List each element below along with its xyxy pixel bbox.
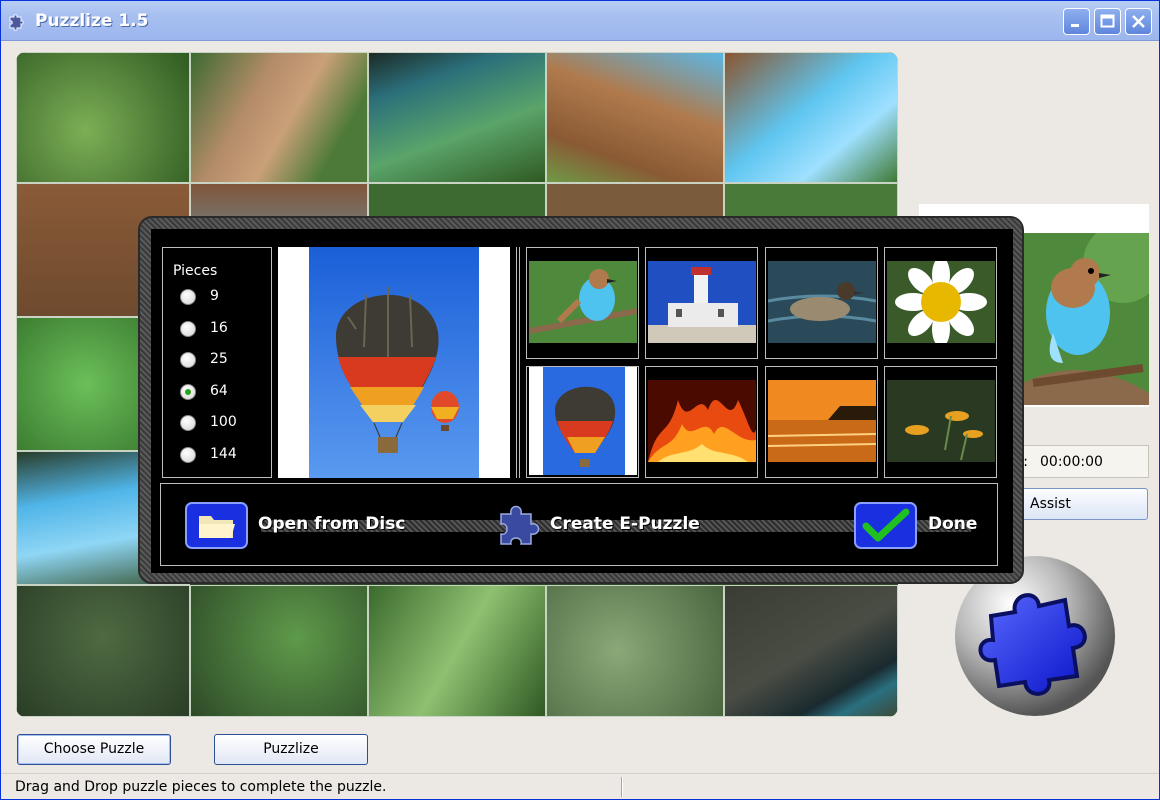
- puzzle-piece[interactable]: [724, 585, 898, 717]
- pieces-option-label: 100: [210, 414, 237, 430]
- thumbnail-sunset-beach[interactable]: [765, 366, 878, 478]
- puzzle-piece[interactable]: [190, 585, 368, 717]
- assist-button-label: Assist: [1030, 496, 1071, 512]
- checkmark-icon[interactable]: [854, 502, 917, 549]
- status-text: Drag and Drop puzzle pieces to complete …: [15, 779, 387, 795]
- thumbnail-water-lilies[interactable]: [884, 366, 997, 478]
- puzzle-app-icon: [9, 14, 24, 31]
- puzzle-piece[interactable]: [190, 52, 368, 183]
- pieces-option-label: 16: [210, 320, 228, 336]
- close-icon: [1132, 15, 1145, 28]
- pieces-option-label: 25: [210, 351, 228, 367]
- choose-puzzle-button[interactable]: Choose Puzzle: [17, 734, 171, 765]
- pieces-option-label: 9: [210, 288, 219, 304]
- app-window: Puzzlize 1.5 00:00:00 Assist Choose Puzz…: [0, 0, 1160, 800]
- pieces-radio-64[interactable]: [180, 384, 196, 400]
- pieces-radio-9[interactable]: [180, 289, 196, 305]
- puzzle-piece[interactable]: [546, 52, 724, 183]
- thumbnail-lighthouse[interactable]: [645, 247, 758, 359]
- puzzle-piece[interactable]: [368, 585, 546, 717]
- open-from-disc-button[interactable]: Open from Disc: [258, 514, 405, 534]
- thumbnail-hot-air-balloon[interactable]: [526, 366, 639, 478]
- pieces-option-label: 144: [210, 446, 237, 462]
- assist-button[interactable]: Assist: [1021, 488, 1148, 520]
- puzzle-piece[interactable]: [546, 585, 724, 717]
- puzzle-piece[interactable]: [16, 585, 190, 717]
- minimize-button[interactable]: [1063, 8, 1090, 35]
- maximize-icon: [1100, 14, 1115, 28]
- timer-display: s: 00:00:00: [1013, 445, 1149, 478]
- pieces-radio-100[interactable]: [180, 415, 196, 431]
- title-bar[interactable]: Puzzlize 1.5: [1, 1, 1159, 41]
- maximize-button[interactable]: [1094, 8, 1121, 35]
- create-epuzzle-button[interactable]: Create E-Puzzle: [550, 514, 700, 534]
- thumbnail-daisy[interactable]: [884, 247, 997, 359]
- window-title: Puzzlize 1.5: [35, 11, 149, 31]
- puzzle-piece[interactable]: [368, 52, 546, 183]
- thumbnail-fire[interactable]: [645, 366, 758, 478]
- pieces-label: Pieces: [173, 263, 218, 279]
- pieces-radio-16[interactable]: [180, 321, 196, 337]
- puzzlize-button[interactable]: Puzzlize: [214, 734, 368, 765]
- timer-value: 00:00:00: [1040, 454, 1103, 470]
- folder-icon[interactable]: [185, 502, 248, 549]
- puzzle-piece-icon[interactable]: [497, 502, 541, 548]
- pieces-radio-25[interactable]: [180, 352, 196, 368]
- puzzle-piece[interactable]: [724, 52, 898, 183]
- preview-divider: [516, 247, 520, 478]
- pieces-radio-144[interactable]: [180, 447, 196, 463]
- status-bar: Drag and Drop puzzle pieces to complete …: [1, 773, 1159, 799]
- status-divider: [621, 777, 623, 797]
- close-button[interactable]: [1125, 8, 1152, 35]
- thumbnail-duck[interactable]: [765, 247, 878, 359]
- done-button[interactable]: Done: [928, 514, 977, 534]
- completed-preview-image: [1023, 233, 1149, 405]
- puzzle-piece[interactable]: [16, 52, 190, 183]
- minimize-icon: [1071, 24, 1079, 27]
- selected-image-preview: [278, 247, 510, 478]
- pieces-option-label: 64: [210, 383, 228, 399]
- thumbnail-bird[interactable]: [526, 247, 639, 359]
